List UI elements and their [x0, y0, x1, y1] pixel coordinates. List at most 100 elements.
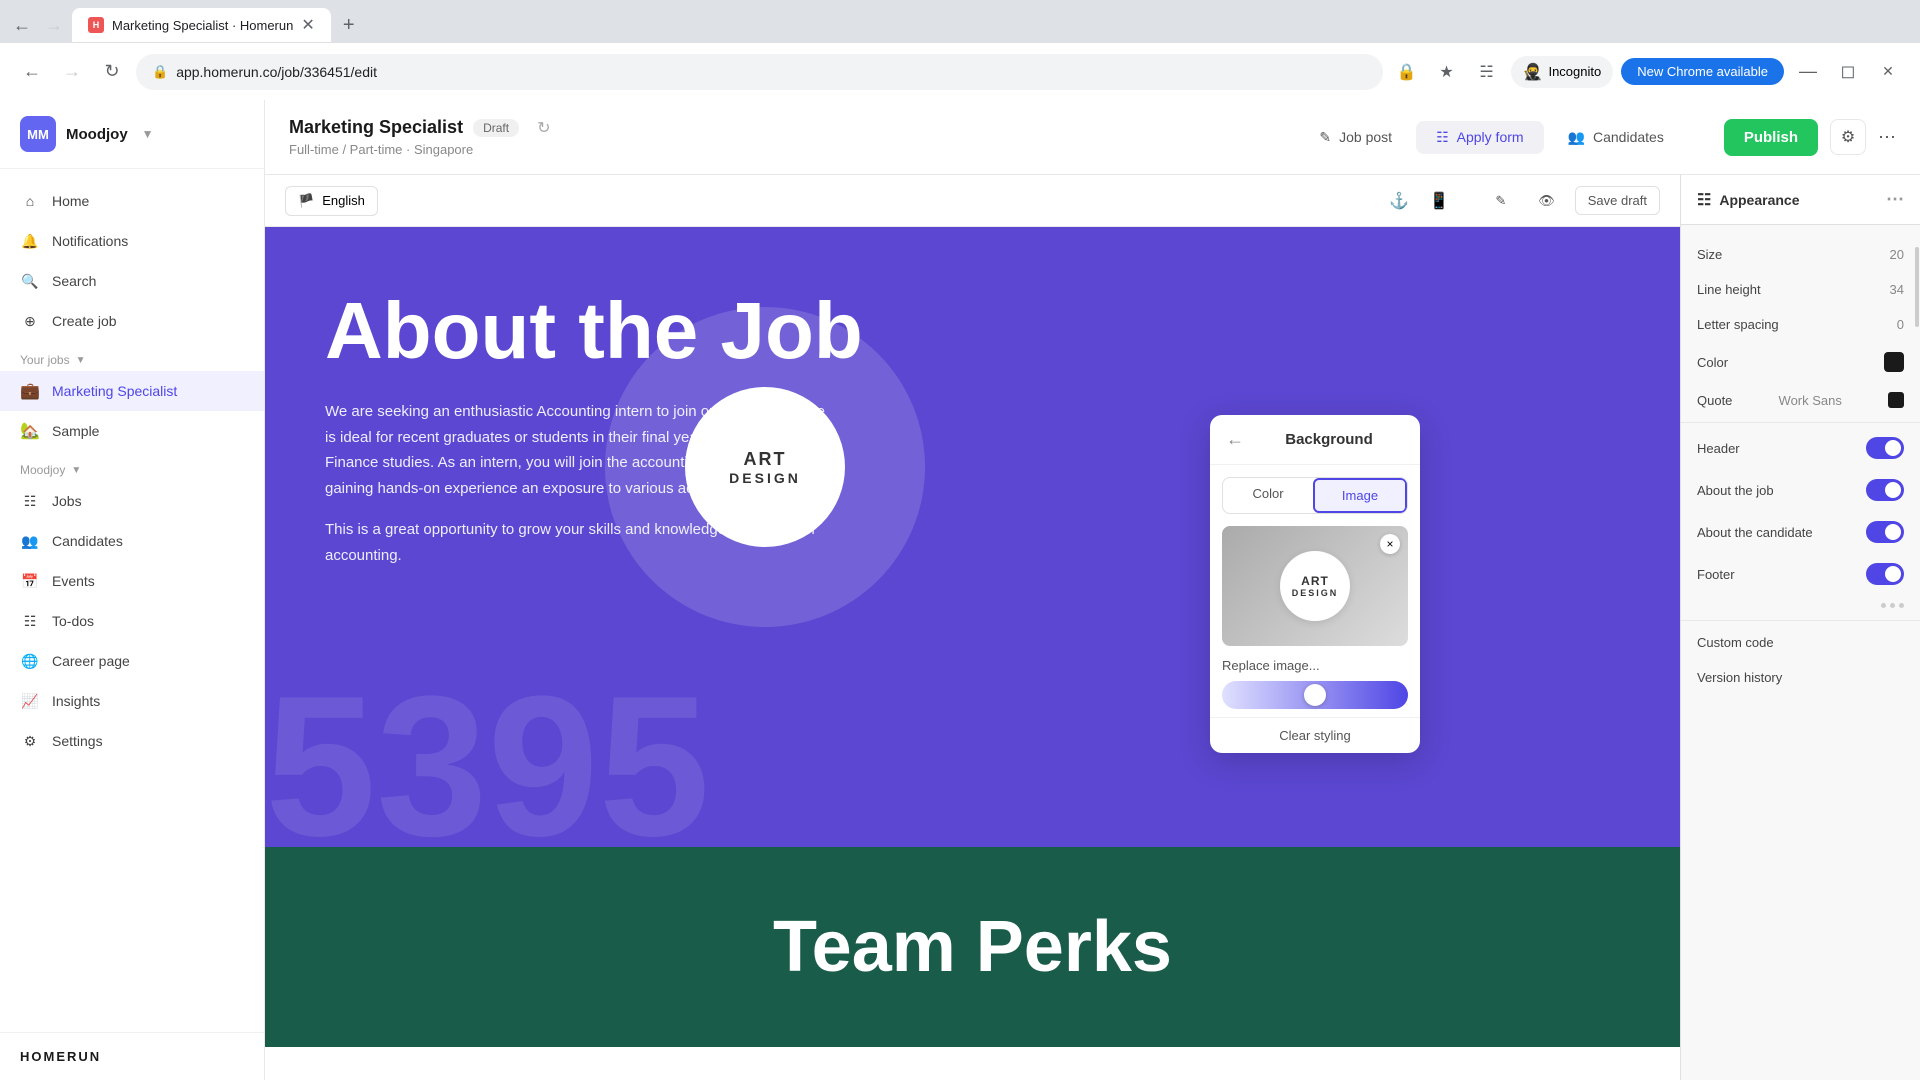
- right-panel-scrollbar[interactable]: [1914, 227, 1920, 1080]
- more-dots-row: [1681, 595, 1920, 616]
- new-tab-button[interactable]: +: [335, 11, 363, 39]
- forward-button[interactable]: →: [56, 56, 88, 88]
- language-selector[interactable]: 🏴 English: [285, 186, 378, 216]
- tab-job-post[interactable]: ✎ Job post: [1299, 121, 1412, 154]
- settings-button[interactable]: ⚙: [1830, 119, 1866, 155]
- sidebar-item-notifications[interactable]: 🔔 Notifications: [0, 221, 264, 261]
- edit-view-button[interactable]: ✎: [1483, 187, 1518, 215]
- sidebar-item-search[interactable]: 🔍 Search: [0, 261, 264, 301]
- tab-apply-form[interactable]: ☷ Apply form: [1416, 121, 1543, 154]
- line-height-value[interactable]: 34: [1890, 282, 1904, 297]
- background-number-text: 5395: [265, 667, 710, 847]
- nav-label-create-job: Create job: [52, 313, 117, 329]
- window-restore[interactable]: ◻: [1832, 56, 1864, 88]
- sidebar-item-insights[interactable]: 📈 Insights: [0, 681, 264, 721]
- desktop-view-button[interactable]: ⚓: [1383, 185, 1415, 217]
- company-name: Moodjoy: [66, 126, 128, 143]
- popup-tab-color[interactable]: Color: [1223, 478, 1313, 513]
- sidebar-item-settings[interactable]: ⚙ Settings: [0, 721, 264, 761]
- sidebar-item-jobs[interactable]: ☷ Jobs: [0, 481, 264, 521]
- job-title-area: Marketing Specialist Draft ↻ Full-time /…: [289, 117, 550, 157]
- footer-toggle[interactable]: [1866, 563, 1904, 585]
- version-history-link[interactable]: Version history: [1681, 660, 1920, 695]
- sidebar-item-events[interactable]: 📅 Events: [0, 561, 264, 601]
- letter-spacing-row: Letter spacing 0: [1681, 307, 1920, 342]
- window-minimize[interactable]: —: [1792, 56, 1824, 88]
- custom-code-link[interactable]: Custom code: [1681, 625, 1920, 660]
- window-close[interactable]: ✕: [1872, 56, 1904, 88]
- header-toggle-label: Header: [1697, 441, 1740, 456]
- art-design-logo: ART DESIGN: [685, 387, 845, 547]
- about-title: About the Job: [325, 287, 1620, 375]
- sidebar-item-marketing-specialist[interactable]: 💼 Marketing Specialist: [0, 371, 264, 411]
- color-swatch[interactable]: [1884, 352, 1904, 372]
- forward-nav[interactable]: →: [40, 11, 68, 39]
- tab-candidates[interactable]: 👥 Candidates: [1548, 121, 1684, 154]
- shield-icon[interactable]: 🔒: [1391, 56, 1423, 88]
- sidebar-item-sample[interactable]: 🏡 Sample: [0, 411, 264, 451]
- sidebar-item-candidates[interactable]: 👥 Candidates: [0, 521, 264, 561]
- draft-badge: Draft: [473, 119, 519, 137]
- size-label: Size: [1697, 247, 1722, 262]
- quote-label: Quote: [1697, 393, 1732, 408]
- tab-bar: ← → H Marketing Specialist · Homerun ✕ +: [0, 0, 1920, 42]
- color-gradient-bar[interactable]: [1222, 681, 1408, 709]
- sample-icon: 🏡: [20, 421, 40, 441]
- publish-button[interactable]: Publish: [1724, 119, 1818, 156]
- sidebar-item-home[interactable]: ⌂ Home: [0, 181, 264, 221]
- sidebar-item-career-page[interactable]: 🌐 Career page: [0, 641, 264, 681]
- purple-section: ART DESIGN 5395 About the Job We are see…: [265, 227, 1680, 847]
- letter-spacing-value[interactable]: 0: [1897, 317, 1904, 332]
- address-bar[interactable]: 🔒 app.homerun.co/job/336451/edit: [136, 54, 1383, 90]
- sidebar-item-todos[interactable]: ☷ To-dos: [0, 601, 264, 641]
- new-chrome-badge[interactable]: New Chrome available: [1621, 58, 1784, 85]
- quote-font-value[interactable]: Work Sans: [1779, 393, 1842, 408]
- tab-close-icon[interactable]: ✕: [301, 15, 314, 35]
- incognito-button[interactable]: 🥷 Incognito: [1511, 56, 1614, 88]
- mobile-view-button[interactable]: 📱: [1423, 185, 1455, 217]
- popup-tab-image[interactable]: Image: [1313, 478, 1407, 513]
- replace-image-button[interactable]: Replace image...: [1222, 658, 1408, 673]
- appearance-more-dots[interactable]: ⋯: [1886, 189, 1904, 210]
- sidebar-item-create-job[interactable]: ⊕ Create job: [0, 301, 264, 341]
- settings-icon: ⚙: [20, 731, 40, 751]
- sidebar: MM Moodjoy ▼ ⌂ Home 🔔 Notifications 🔍 Se…: [0, 100, 265, 1080]
- refresh-icon[interactable]: ↻: [537, 118, 550, 138]
- incognito-icon: 🥷: [1523, 62, 1543, 82]
- back-button[interactable]: ←: [16, 56, 48, 88]
- nav-bar: ← → ↻ 🔒 app.homerun.co/job/336451/edit 🔒…: [0, 42, 1920, 100]
- browser-chrome: ← → H Marketing Specialist · Homerun ✕ +…: [0, 0, 1920, 100]
- clear-styling-button[interactable]: Clear styling: [1210, 717, 1420, 753]
- gradient-handle[interactable]: [1304, 684, 1326, 706]
- active-tab[interactable]: H Marketing Specialist · Homerun ✕: [72, 8, 331, 42]
- popup-close-button[interactable]: ×: [1380, 534, 1400, 554]
- footer-toggle-label: Footer: [1697, 567, 1735, 582]
- appearance-grid-icon: ☷: [1697, 190, 1711, 210]
- divider-1: [1681, 422, 1920, 423]
- about-job-toggle[interactable]: [1866, 479, 1904, 501]
- quote-color-dot[interactable]: [1888, 392, 1904, 408]
- sidebar-header: MM Moodjoy ▼: [0, 100, 264, 169]
- dot-3: [1899, 603, 1904, 608]
- tab-title: Marketing Specialist · Homerun: [112, 18, 293, 33]
- bookmark-icon[interactable]: ★: [1431, 56, 1463, 88]
- header-toggle[interactable]: [1866, 437, 1904, 459]
- header-actions: Publish ⚙ ⋯: [1712, 119, 1896, 156]
- popup-back-button[interactable]: ←: [1226, 429, 1244, 450]
- plus-circle-icon: ⊕: [20, 311, 40, 331]
- save-draft-button[interactable]: Save draft: [1575, 186, 1660, 215]
- about-candidate-toggle[interactable]: [1866, 521, 1904, 543]
- tab-favicon: H: [88, 17, 104, 33]
- appearance-panel: ☷ Appearance ⋯ Size 20 Line height 34 Le…: [1680, 175, 1920, 1080]
- preview-view-button[interactable]: 👁: [1526, 187, 1567, 215]
- reload-button[interactable]: ↻: [96, 56, 128, 88]
- nav-actions: 🔒 ★ ☵ 🥷 Incognito New Chrome available —…: [1391, 56, 1904, 88]
- more-options-button[interactable]: ⋯: [1878, 127, 1896, 148]
- chevron-down-icon[interactable]: ▼: [142, 127, 154, 141]
- back-nav[interactable]: ←: [8, 11, 36, 39]
- preview-actions: ✎ 👁 Save draft: [1483, 186, 1660, 215]
- split-screen-icon[interactable]: ☵: [1471, 56, 1503, 88]
- app-layout: MM Moodjoy ▼ ⌂ Home 🔔 Notifications 🔍 Se…: [0, 100, 1920, 1080]
- size-value[interactable]: 20: [1890, 247, 1904, 262]
- appearance-content: Size 20 Line height 34 Letter spacing 0 …: [1681, 225, 1920, 1080]
